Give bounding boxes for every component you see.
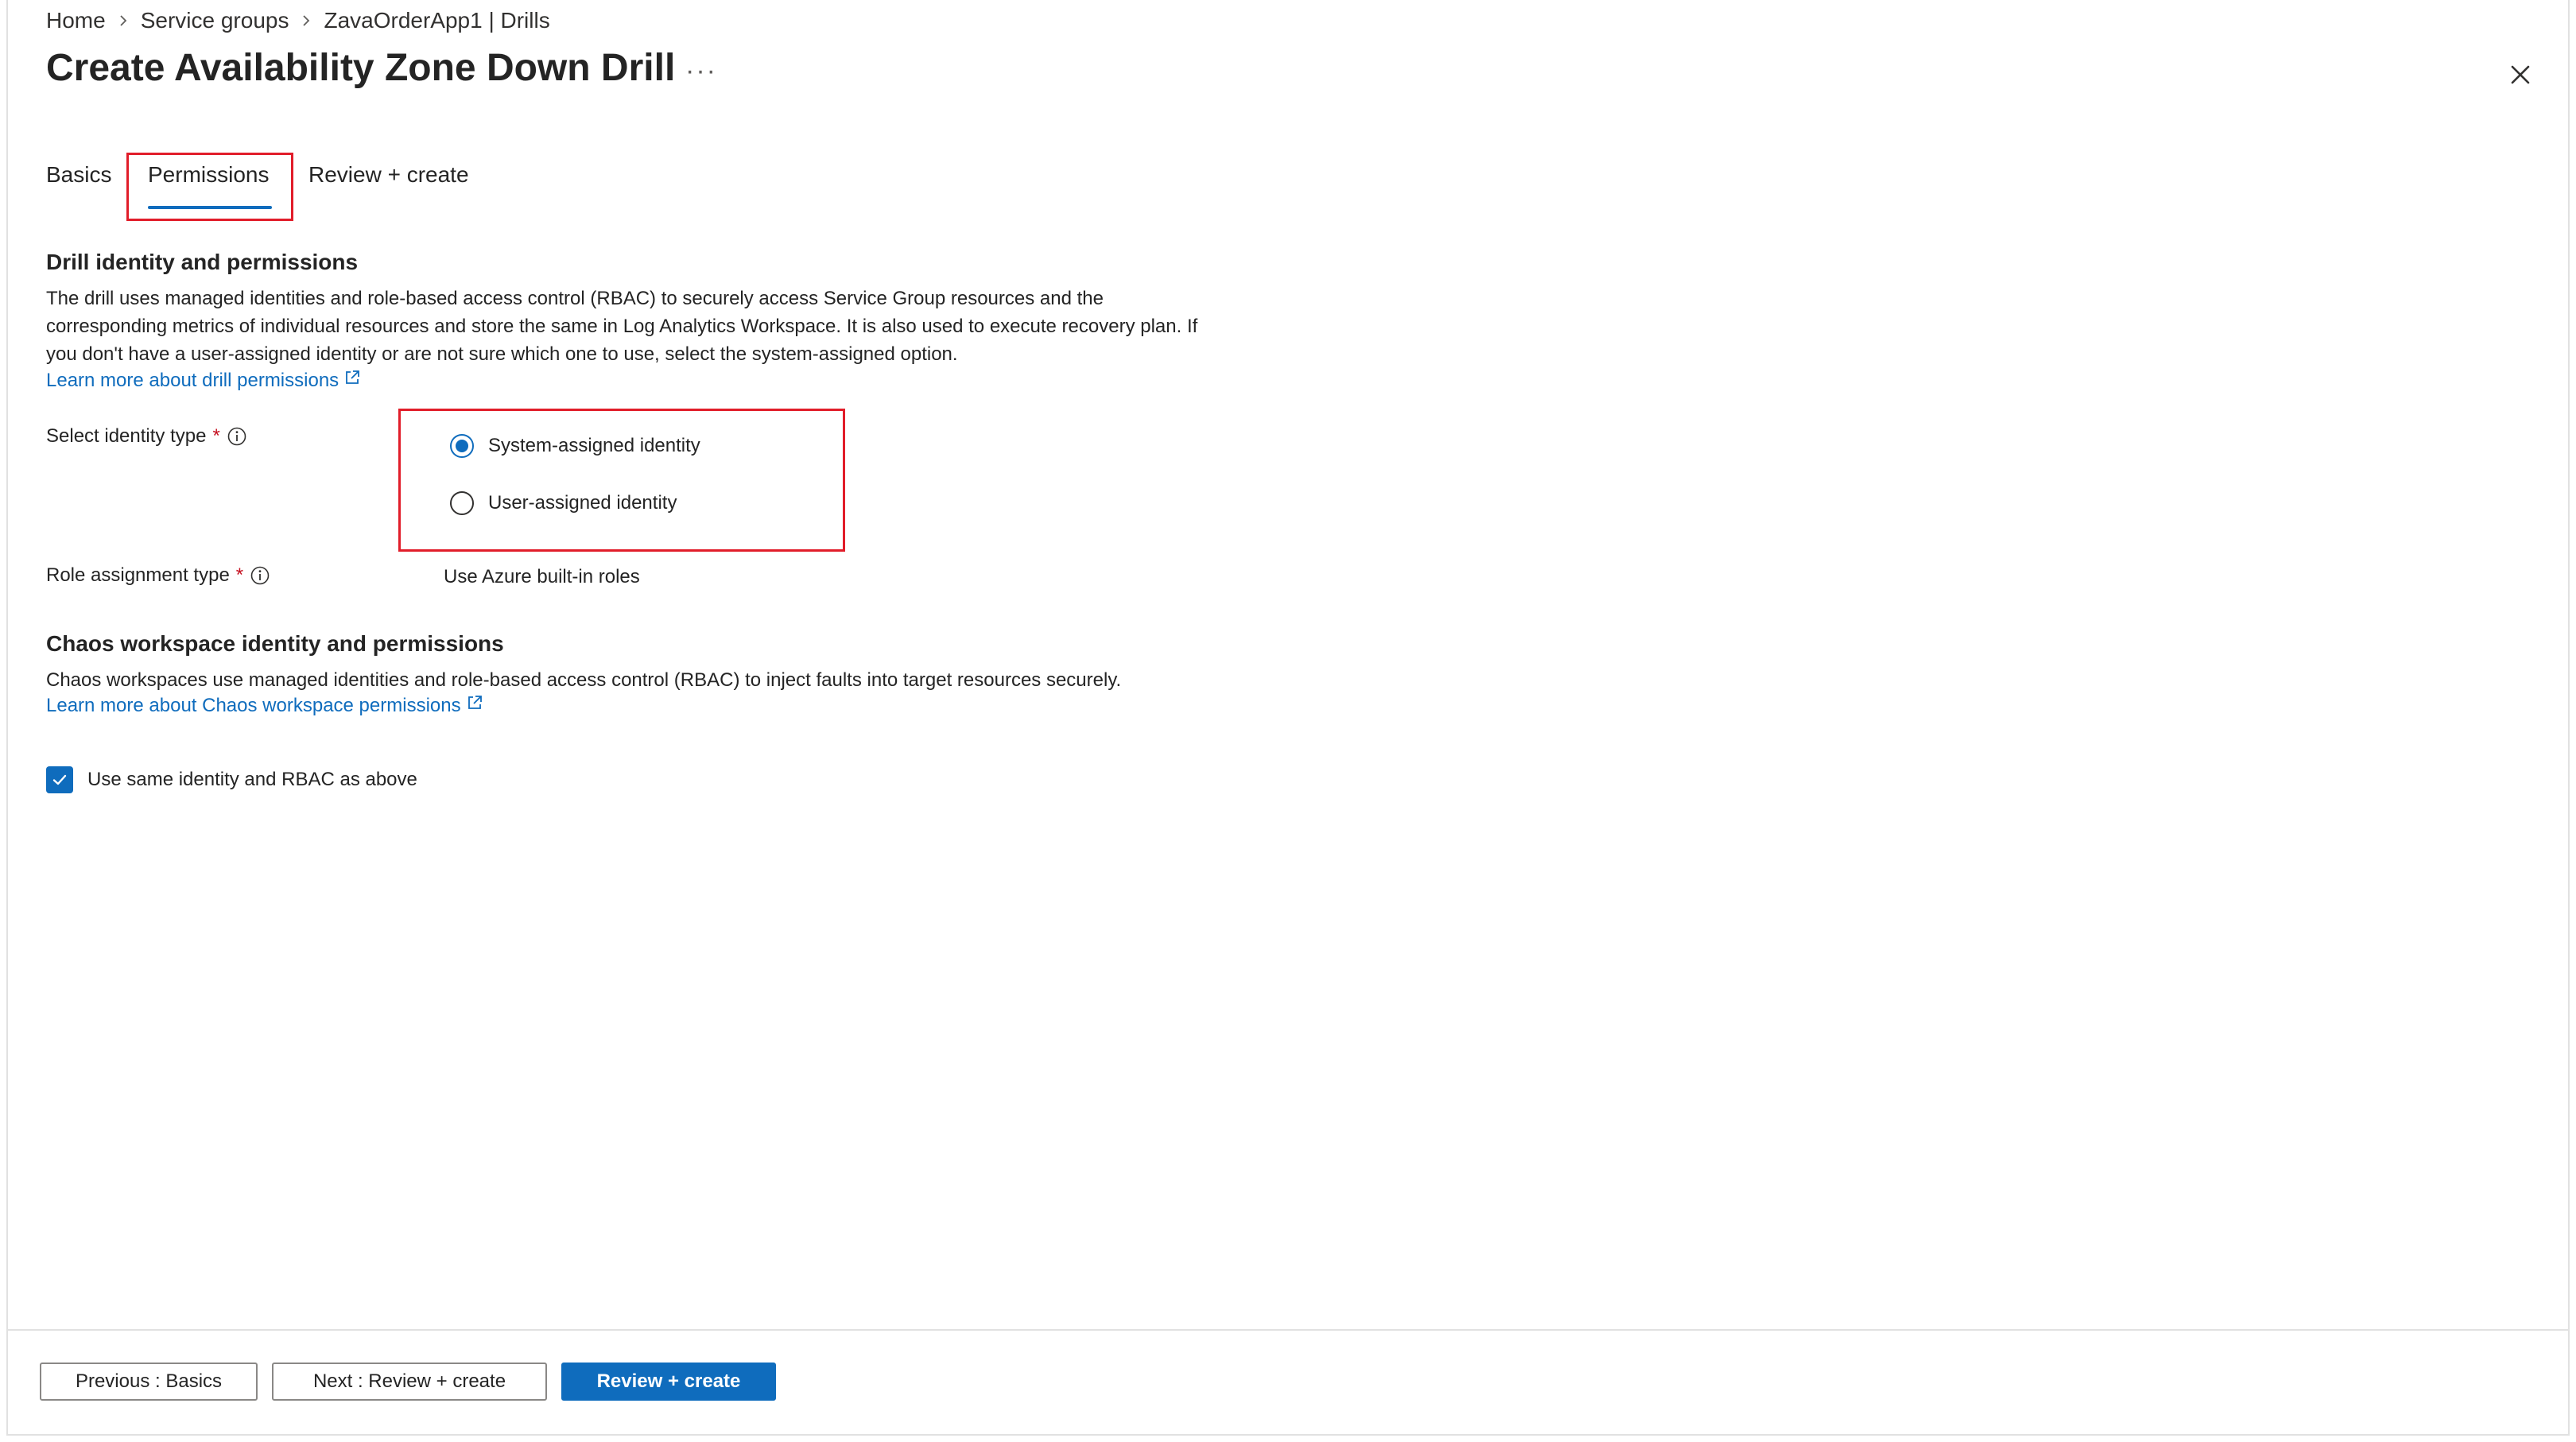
breadcrumb-service-groups[interactable]: Service groups [141, 8, 289, 33]
info-icon[interactable] [250, 565, 270, 586]
chaos-section-title: Chaos workspace identity and permissions [46, 631, 504, 656]
drill-section-description: The drill uses managed identities and ro… [46, 288, 1198, 365]
identity-type-label-text: Select identity type [46, 425, 207, 447]
drill-permissions-link-text: Learn more about drill permissions [46, 369, 339, 391]
page-title: Create Availability Zone Down Drill [46, 47, 676, 89]
close-icon[interactable] [2504, 59, 2536, 91]
same-identity-label: Use same identity and RBAC as above [87, 769, 417, 790]
drill-blade: Home Service groups ZavaOrderApp1 | Dril… [6, 0, 2570, 1436]
drill-permissions-link[interactable]: Learn more about drill permissions [46, 369, 361, 392]
external-link-icon [466, 694, 483, 717]
external-link-icon [343, 369, 361, 392]
footer-divider [8, 1329, 2568, 1331]
previous-button[interactable]: Previous : Basics [40, 1363, 258, 1401]
checkmark-icon [52, 774, 67, 785]
permissions-tab-highlight [126, 153, 293, 221]
role-assignment-label: Role assignment type * [46, 564, 270, 587]
more-options-icon[interactable]: ··· [685, 56, 717, 87]
review-create-button[interactable]: Review + create [561, 1363, 776, 1401]
drill-section-title: Drill identity and permissions [46, 250, 359, 274]
role-assignment-label-text: Role assignment type [46, 564, 230, 586]
breadcrumb-home[interactable]: Home [46, 8, 106, 33]
breadcrumb: Home Service groups ZavaOrderApp1 | Dril… [46, 5, 550, 37]
identity-type-label: Select identity type * [46, 425, 247, 448]
required-mark: * [212, 425, 220, 447]
chevron-right-icon [106, 14, 141, 28]
same-identity-checkbox[interactable]: Use same identity and RBAC as above [46, 766, 417, 793]
checkbox-checked[interactable] [46, 766, 73, 793]
tab-review-create[interactable]: Review + create [308, 162, 469, 188]
chaos-permissions-link-text: Learn more about Chaos workspace permiss… [46, 694, 461, 716]
breadcrumb-drills[interactable]: ZavaOrderApp1 | Drills [324, 8, 549, 33]
chaos-permissions-link[interactable]: Learn more about Chaos workspace permiss… [46, 694, 483, 717]
tab-basics[interactable]: Basics [46, 162, 111, 188]
identity-options-highlight [398, 409, 845, 552]
chaos-section-description: Chaos workspaces use managed identities … [46, 669, 1122, 691]
required-mark: * [235, 564, 244, 586]
role-assignment-value: Use Azure built-in roles [444, 566, 640, 587]
next-button[interactable]: Next : Review + create [272, 1363, 547, 1401]
chevron-right-icon [289, 14, 324, 28]
info-icon[interactable] [227, 426, 247, 447]
